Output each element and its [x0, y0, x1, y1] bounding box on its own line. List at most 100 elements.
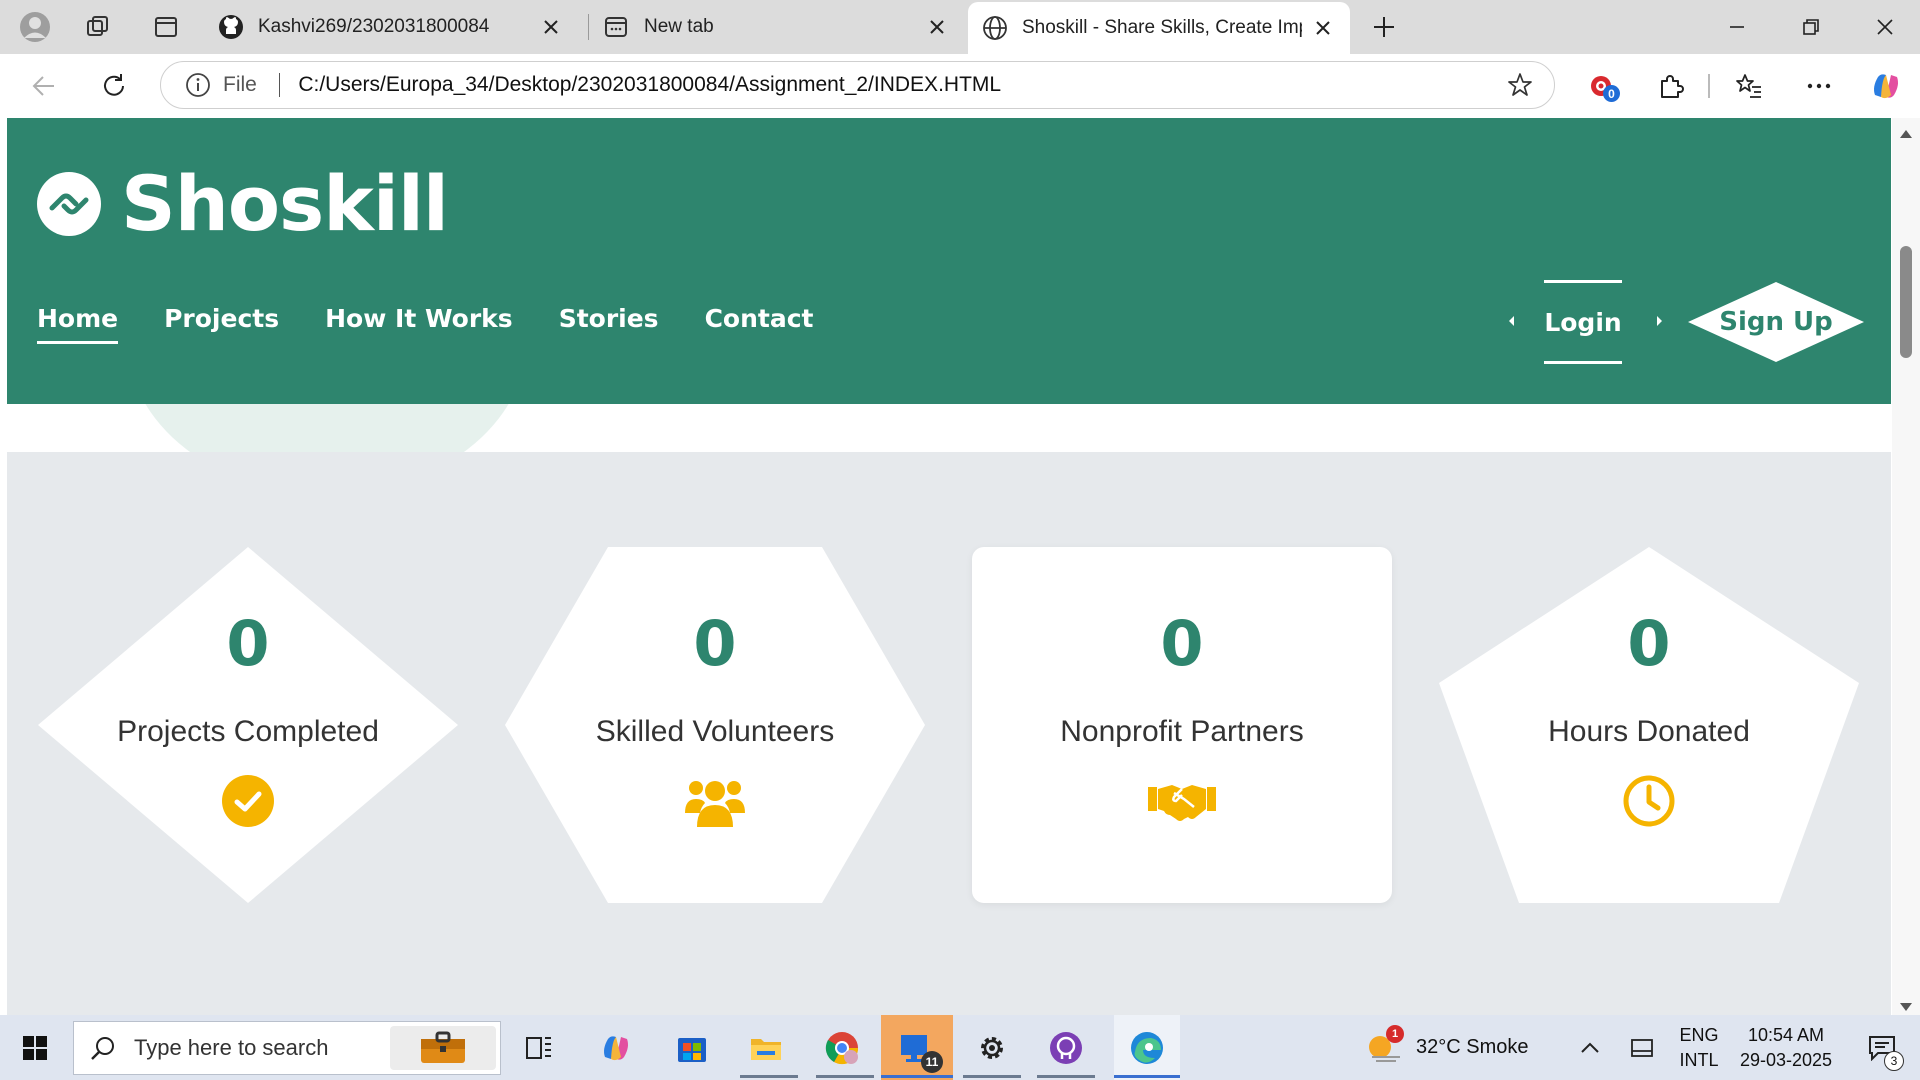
scroll-down-icon[interactable]: [1892, 999, 1920, 1015]
back-button[interactable]: [24, 66, 64, 106]
task-view-button[interactable]: [515, 1015, 563, 1080]
nav-projects[interactable]: Projects: [164, 304, 279, 344]
stat-value: 0: [1627, 607, 1671, 680]
chrome-button[interactable]: [816, 1015, 868, 1080]
stat-value: 0: [693, 607, 737, 680]
info-icon[interactable]: [185, 72, 211, 98]
store-button[interactable]: [668, 1015, 716, 1080]
copilot-icon: [1874, 74, 1898, 99]
workspaces-icon: [87, 16, 108, 36]
extensions-button[interactable]: [1651, 66, 1691, 106]
clock[interactable]: 10:54 AM 29-03-2025: [1730, 1015, 1842, 1080]
notifications-button[interactable]: 3: [1852, 1015, 1912, 1080]
signup-label: Sign Up: [1719, 307, 1833, 337]
microsoft-store-icon: [678, 1037, 706, 1062]
stat-card-volunteers: 0 Skilled Volunteers: [505, 547, 925, 903]
vertical-tabs-button[interactable]: [146, 7, 186, 47]
lang-top: ENG: [1679, 1024, 1719, 1045]
handshake-logo-icon: [37, 172, 101, 236]
close-icon[interactable]: [1310, 15, 1336, 41]
app-badge: 11: [921, 1051, 943, 1073]
search-highlight[interactable]: [390, 1026, 496, 1070]
decorative-circle: [127, 404, 527, 452]
workspaces-button[interactable]: [78, 7, 118, 47]
file-explorer-button[interactable]: [742, 1015, 790, 1080]
show-hidden-icons-button[interactable]: [1570, 1015, 1610, 1080]
favorite-star-icon[interactable]: [1500, 65, 1540, 105]
signup-button[interactable]: Sign Up: [1688, 282, 1864, 362]
tab-title: Shoskill - Share Skills, Create Impa: [1022, 17, 1302, 38]
globe-icon: [983, 16, 1007, 40]
github-desktop-button[interactable]: [1040, 1015, 1092, 1080]
close-window-button[interactable]: [1848, 0, 1920, 54]
refresh-icon: [104, 74, 124, 96]
search-placeholder: Type here to search: [134, 1035, 329, 1060]
tab-new-tab[interactable]: New tab: [590, 0, 964, 54]
arrow-left-icon: [32, 76, 54, 96]
close-icon[interactable]: [538, 14, 564, 40]
copilot-icon: [604, 1035, 628, 1060]
stat-card-partners: 0 Nonprofit Partners: [972, 547, 1392, 903]
extension-badge: 0: [1603, 85, 1620, 102]
hero-strip: [7, 404, 1891, 452]
nav-contact[interactable]: Contact: [705, 304, 814, 344]
login-right-arrow: [1657, 316, 1662, 326]
weather-text: 32°C Smoke: [1416, 1036, 1529, 1058]
tab-github[interactable]: Kashvi269/2302031800084: [204, 0, 578, 54]
stats-section: 0 Projects Completed 0 Skilled Volunteer…: [7, 452, 1891, 1015]
weather-widget[interactable]: 1 32°C Smoke: [1366, 1015, 1536, 1080]
running-indicator: [816, 1075, 874, 1078]
restore-button[interactable]: [1774, 0, 1848, 54]
more-dots-icon: [1807, 83, 1831, 89]
clock-icon: [1623, 775, 1675, 827]
new-tab-button[interactable]: [1364, 7, 1404, 47]
page-scrollbar[interactable]: [1892, 118, 1920, 1015]
refresh-button[interactable]: [94, 66, 134, 106]
minimize-button[interactable]: [1700, 0, 1774, 54]
browser-tab-strip: Kashvi269/2302031800084 New tab Shoskill…: [0, 0, 1920, 54]
task-view-icon: [526, 1036, 551, 1059]
minimize-icon: [1730, 26, 1744, 28]
close-icon[interactable]: [924, 14, 950, 40]
profile-avatar[interactable]: [15, 7, 55, 47]
chrome-icon: [825, 1031, 859, 1064]
weather-badge: 1: [1386, 1025, 1404, 1043]
stat-value: 0: [1160, 607, 1204, 680]
url-text[interactable]: C:/Users/Europa_34/Desktop/2302031800084…: [298, 73, 1500, 97]
nav-stories[interactable]: Stories: [559, 304, 659, 344]
nav-how-it-works[interactable]: How It Works: [325, 304, 513, 344]
copilot-taskbar-button[interactable]: [592, 1015, 640, 1080]
language-indicator[interactable]: ENG INTL: [1670, 1015, 1728, 1080]
extension-button[interactable]: 0: [1583, 66, 1623, 106]
main-nav: Home Projects How It Works Stories Conta…: [37, 304, 859, 344]
login-label: Login: [1544, 307, 1622, 337]
address-bar[interactable]: File C:/Users/Europa_34/Desktop/23020318…: [160, 61, 1555, 109]
edge-icon: [1131, 1031, 1163, 1064]
site-logo[interactable]: Shoskill: [37, 166, 449, 242]
tab-actions-icon: [155, 17, 177, 37]
login-button[interactable]: Login: [1544, 280, 1622, 364]
clock-date: 29-03-2025: [1739, 1049, 1833, 1070]
taskbar-search[interactable]: Type here to search: [73, 1021, 501, 1075]
search-icon: [91, 1037, 114, 1060]
stat-label: Skilled Volunteers: [595, 715, 835, 748]
settings-more-button[interactable]: [1799, 66, 1839, 106]
github-icon: [219, 15, 243, 39]
running-indicator: [881, 1075, 953, 1078]
scroll-up-icon[interactable]: [1892, 126, 1920, 142]
start-button[interactable]: [0, 1015, 70, 1080]
tab-shoskill[interactable]: Shoskill - Share Skills, Create Impa: [968, 2, 1350, 54]
stat-value: 0: [226, 607, 270, 680]
nav-home[interactable]: Home: [37, 304, 119, 344]
plus-icon: [1374, 17, 1394, 37]
lang-bottom: INTL: [1679, 1049, 1719, 1070]
scroll-thumb[interactable]: [1900, 246, 1912, 358]
edge-button[interactable]: [1114, 1015, 1180, 1080]
windows-logo-icon: [23, 1035, 47, 1060]
favorites-button[interactable]: [1729, 66, 1769, 106]
running-indicator: [1114, 1075, 1180, 1078]
remote-desktop-button[interactable]: 11: [881, 1015, 953, 1080]
network-button[interactable]: [1622, 1015, 1662, 1080]
settings-button[interactable]: [966, 1015, 1018, 1080]
copilot-button[interactable]: [1866, 66, 1906, 106]
